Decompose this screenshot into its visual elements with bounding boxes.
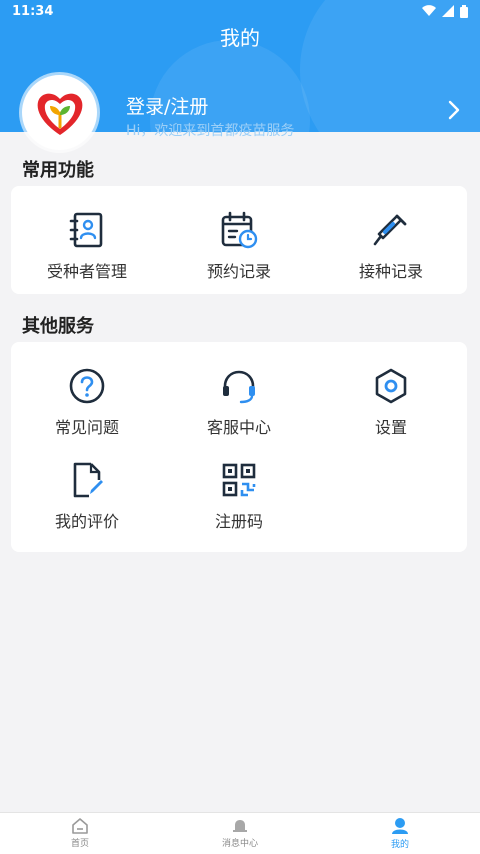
section-title-common: 常用功能 bbox=[22, 160, 94, 181]
tab-label: 消息中心 bbox=[221, 839, 258, 849]
welcome-subtitle: Hi，欢迎来到首都疫苗服务 bbox=[126, 123, 295, 139]
tab-mine[interactable]: 我的 bbox=[320, 813, 480, 854]
tab-messages[interactable]: 消息中心 bbox=[160, 813, 320, 854]
battery-icon bbox=[460, 4, 468, 18]
grid-item-appointment-records[interactable]: 预约记录 bbox=[163, 210, 315, 282]
calendar-clock-icon bbox=[221, 211, 258, 249]
headset-icon bbox=[223, 370, 255, 404]
grid-item-label: 接种记录 bbox=[358, 262, 423, 281]
signal-icon bbox=[442, 5, 454, 17]
chevron-right-icon[interactable] bbox=[448, 100, 460, 120]
bell-icon bbox=[233, 820, 247, 832]
login-register-link[interactable]: 登录/注册 bbox=[126, 92, 208, 119]
common-functions-card: 受种者管理 预约记录 接种记录 bbox=[11, 186, 467, 294]
home-icon bbox=[72, 818, 88, 834]
qr-code-icon bbox=[222, 463, 256, 497]
person-book-icon bbox=[69, 212, 103, 248]
tab-home[interactable]: 首页 bbox=[0, 813, 160, 854]
question-icon bbox=[69, 368, 105, 404]
grid-item-recipient-management[interactable]: 受种者管理 bbox=[11, 210, 163, 282]
user-icon bbox=[392, 818, 408, 834]
grid-item-label: 预约记录 bbox=[206, 262, 271, 281]
grid-item-label: 注册码 bbox=[214, 512, 263, 531]
vaccine-logo-icon bbox=[37, 93, 82, 135]
section-title-other: 其他服务 bbox=[22, 316, 94, 337]
grid-item-vaccination-records[interactable]: 接种记录 bbox=[315, 210, 467, 282]
grid-item-customer-service[interactable]: 客服中心 bbox=[163, 366, 315, 438]
grid-item-my-reviews[interactable]: 我的评价 bbox=[11, 460, 163, 532]
tab-label: 首页 bbox=[70, 839, 89, 849]
bottom-tab-bar: 首页 消息中心 我的 bbox=[0, 812, 480, 854]
grid-item-label: 客服中心 bbox=[206, 418, 271, 437]
grid-item-registration-code[interactable]: 注册码 bbox=[163, 460, 315, 532]
status-time: 11:34 bbox=[12, 3, 54, 19]
avatar[interactable] bbox=[22, 75, 97, 150]
edit-document-icon bbox=[73, 462, 103, 498]
grid-item-label: 受种者管理 bbox=[46, 262, 127, 281]
syringe-icon bbox=[373, 214, 407, 246]
grid-item-label: 设置 bbox=[374, 418, 407, 437]
grid-item-label: 我的评价 bbox=[54, 512, 119, 531]
gear-icon bbox=[375, 368, 407, 404]
page-title: 我的 bbox=[220, 26, 260, 50]
grid-item-label: 常见问题 bbox=[54, 418, 119, 437]
other-services-card: 常见问题 客服中心 设置 我的评价 注册码 bbox=[11, 342, 467, 552]
grid-item-settings[interactable]: 设置 bbox=[315, 366, 467, 438]
status-bar: 11:34 bbox=[0, 0, 480, 22]
wifi-icon bbox=[422, 5, 436, 17]
grid-item-faq[interactable]: 常见问题 bbox=[11, 366, 163, 438]
tab-label: 我的 bbox=[390, 840, 409, 850]
